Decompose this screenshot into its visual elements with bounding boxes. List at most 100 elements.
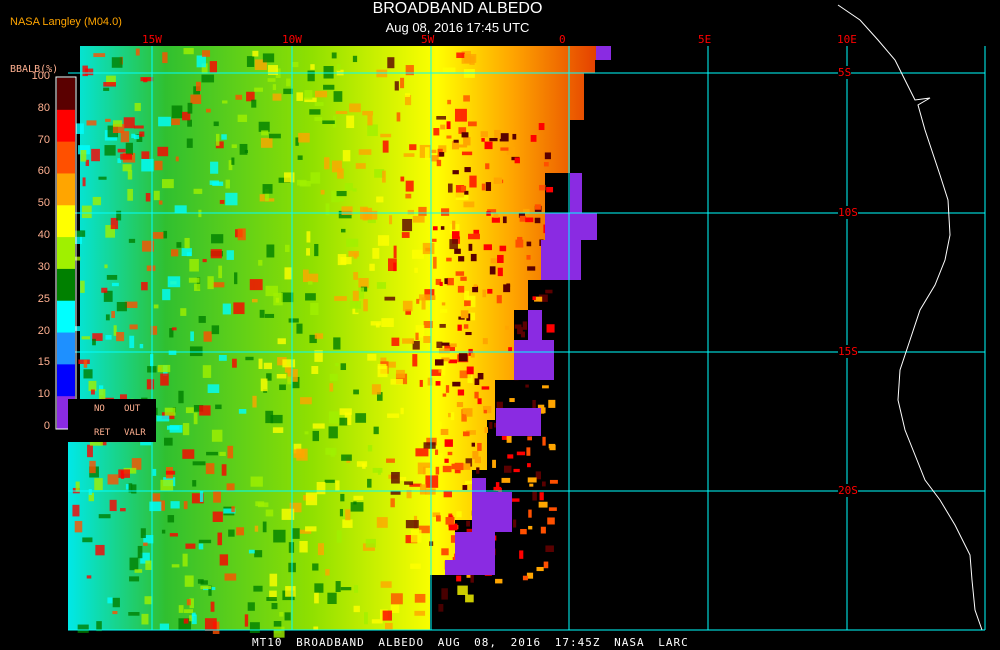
albedo-pixel bbox=[316, 481, 326, 495]
albedo-pixel bbox=[164, 437, 173, 446]
albedo-pixel bbox=[105, 335, 112, 340]
albedo-pixel bbox=[200, 585, 212, 590]
albedo-pixel bbox=[161, 529, 166, 534]
albedo-pixel bbox=[468, 243, 473, 251]
albedo-pixel bbox=[405, 65, 414, 76]
albedo-pixel bbox=[264, 313, 275, 318]
albedo-pixel bbox=[350, 502, 364, 512]
legend-tick-label: 50 bbox=[37, 197, 50, 210]
albedo-pixel bbox=[233, 302, 245, 315]
albedo-pixel bbox=[405, 93, 411, 98]
albedo-pixel bbox=[323, 66, 334, 79]
albedo-pixel bbox=[277, 338, 286, 345]
albedo-pixel bbox=[185, 543, 196, 549]
albedo-pixel bbox=[415, 448, 429, 457]
albedo-pixel bbox=[396, 112, 401, 122]
albedo-pixel bbox=[325, 447, 337, 455]
albedo-pixel bbox=[500, 147, 509, 151]
albedo-pixel bbox=[457, 389, 465, 396]
albedo-pixel bbox=[445, 385, 450, 393]
albedo-pixel bbox=[120, 508, 126, 512]
albedo-pixel bbox=[175, 156, 179, 162]
albedo-pixel bbox=[434, 359, 444, 366]
albedo-pixel bbox=[494, 129, 501, 139]
albedo-pixel bbox=[435, 381, 441, 386]
longitude-label: 5E bbox=[698, 33, 712, 46]
albedo-pixel bbox=[543, 561, 549, 569]
albedo-pixel bbox=[485, 163, 490, 170]
albedo-pixel bbox=[187, 102, 193, 114]
albedo-pixel bbox=[299, 540, 308, 553]
albedo-pixel bbox=[462, 408, 467, 414]
albedo-pixel bbox=[171, 118, 180, 126]
albedo-pixel bbox=[391, 472, 400, 484]
albedo-pixel bbox=[141, 282, 148, 291]
albedo-pixel bbox=[435, 466, 440, 475]
albedo-pixel bbox=[314, 102, 324, 107]
albedo-pixel bbox=[211, 325, 220, 335]
albedo-pixel bbox=[367, 115, 373, 126]
albedo-pixel bbox=[482, 338, 488, 345]
albedo-pixel bbox=[183, 609, 194, 614]
albedo-pixel bbox=[262, 184, 273, 194]
albedo-pixel bbox=[358, 278, 369, 289]
albedo-pixel bbox=[464, 167, 471, 173]
albedo-pixel bbox=[262, 53, 275, 63]
albedo-pixel bbox=[400, 176, 405, 182]
albedo-pixel bbox=[333, 91, 343, 102]
albedo-pixel bbox=[170, 249, 179, 257]
albedo-pixel bbox=[346, 115, 355, 129]
albedo-pixel bbox=[156, 415, 170, 422]
albedo-pixel bbox=[376, 196, 384, 203]
albedo-pixel bbox=[191, 612, 196, 617]
albedo-pixel bbox=[323, 84, 335, 90]
albedo-pixel bbox=[468, 121, 477, 127]
albedo-pixel bbox=[312, 430, 320, 442]
albedo-pixel bbox=[190, 94, 202, 104]
albedo-pixel bbox=[250, 476, 263, 487]
albedo-pixel bbox=[153, 190, 160, 201]
albedo-pixel bbox=[168, 350, 177, 355]
albedo-pixel bbox=[440, 226, 445, 230]
albedo-pixel bbox=[403, 153, 415, 157]
albedo-pixel bbox=[296, 323, 303, 334]
albedo-pixel bbox=[154, 160, 163, 171]
albedo-pixel bbox=[312, 423, 325, 429]
legend-tick-label: 10 bbox=[37, 388, 50, 401]
albedo-pixel bbox=[468, 233, 480, 240]
albedo-pixel bbox=[86, 120, 97, 126]
albedo-pixel bbox=[203, 331, 212, 342]
albedo-pixel bbox=[120, 131, 130, 143]
albedo-pixel bbox=[512, 133, 517, 140]
albedo-pixel bbox=[438, 604, 444, 612]
albedo-pixel bbox=[139, 131, 145, 137]
albedo-pixel bbox=[104, 264, 108, 269]
albedo-pixel bbox=[284, 244, 290, 252]
albedo-pixel bbox=[269, 573, 278, 587]
albedo-pixel bbox=[455, 271, 465, 276]
albedo-pixel bbox=[439, 281, 443, 286]
latitude-label: 10S bbox=[838, 206, 858, 219]
albedo-pixel bbox=[481, 386, 490, 390]
albedo-pixel bbox=[184, 237, 190, 249]
albedo-pixel bbox=[444, 439, 453, 447]
albedo-pixel bbox=[520, 528, 527, 535]
albedo-pixel bbox=[244, 614, 249, 627]
albedo-pixel bbox=[89, 460, 96, 474]
albedo-pixel bbox=[218, 265, 223, 279]
albedo-pixel bbox=[284, 612, 291, 621]
albedo-pixel bbox=[349, 300, 362, 309]
albedo-pixel bbox=[328, 426, 338, 439]
albedo-pixel bbox=[82, 177, 86, 187]
albedo-pixel bbox=[237, 228, 246, 241]
albedo-pixel bbox=[335, 362, 339, 367]
coastline bbox=[837, 4, 983, 631]
albedo-pixel bbox=[482, 289, 487, 298]
albedo-pixel bbox=[308, 273, 319, 283]
albedo-pixel bbox=[252, 395, 257, 408]
albedo-pixel bbox=[188, 277, 200, 283]
albedo-pixel bbox=[112, 597, 120, 608]
albedo-pixel bbox=[131, 133, 135, 139]
albedo-pixel bbox=[513, 519, 517, 528]
colorbar-band bbox=[57, 141, 75, 174]
